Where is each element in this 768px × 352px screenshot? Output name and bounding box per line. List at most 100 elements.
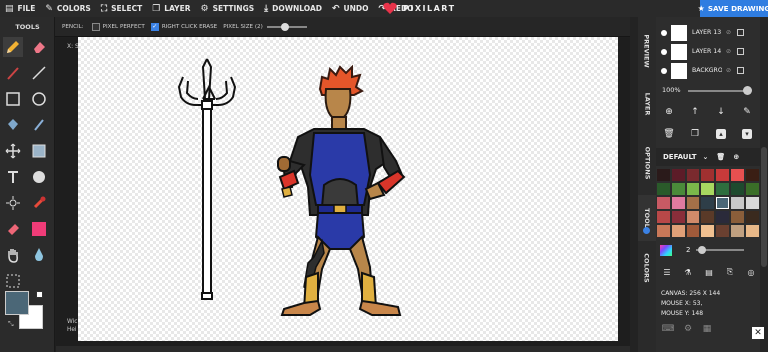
color-swatch[interactable] — [700, 168, 716, 182]
color-swatch[interactable] — [744, 182, 760, 196]
fill-bucket-tool[interactable] — [3, 115, 23, 135]
menu-file[interactable]: ▤ FILE — [0, 0, 40, 17]
layer-select-checkbox[interactable] — [737, 48, 745, 55]
color-swatch[interactable] — [656, 168, 671, 182]
color-swatch[interactable] — [715, 182, 730, 196]
pixel-size-slider[interactable] — [266, 22, 307, 31]
pencil-tool[interactable] — [3, 37, 23, 57]
color-swatch[interactable] — [729, 224, 745, 238]
color-swatch[interactable] — [670, 224, 686, 238]
primary-color-swatch[interactable] — [5, 291, 29, 315]
color-swatch[interactable] — [700, 196, 716, 210]
tab-colors[interactable]: COLORS — [638, 243, 656, 293]
eyedropper-tool[interactable] — [29, 193, 49, 213]
layer-visible-dot[interactable] — [661, 48, 667, 55]
tab-tool[interactable]: TOOL — [638, 195, 656, 241]
color-swatch[interactable] — [700, 210, 716, 224]
color-swatch[interactable] — [656, 224, 671, 238]
tab-preview[interactable]: PREVIEW — [638, 25, 656, 77]
menu-settings[interactable]: ⚙ SETTINGS — [196, 0, 260, 17]
add-layer-icon[interactable]: ⊕ — [663, 106, 675, 118]
color-swatch[interactable] — [715, 210, 730, 224]
dither-tool[interactable] — [29, 167, 49, 187]
panel-scrollbar[interactable] — [760, 17, 768, 352]
layer-visible-dot[interactable] — [661, 67, 667, 74]
color-swatch[interactable] — [685, 182, 701, 196]
palette-select[interactable]: DEFAULT — [663, 153, 697, 161]
list-view-icon[interactable]: ☰ — [661, 266, 673, 278]
right-click-erase-option[interactable]: ✓ RIGHT CLICK ERASE — [150, 22, 217, 31]
layer-row[interactable]: BACKGROUND ⊘ — [656, 61, 760, 80]
color-swatch[interactable] — [656, 182, 671, 196]
add-color-icon[interactable]: ⊕ — [733, 153, 739, 161]
color-swatch[interactable] — [685, 224, 701, 238]
scrollbar-thumb[interactable] — [761, 147, 767, 267]
menu-colors[interactable]: ✎ COLORS — [40, 0, 96, 17]
color-swatch[interactable] — [744, 196, 760, 210]
flask-icon[interactable]: ⚗ — [682, 266, 694, 278]
color-swatch[interactable] — [700, 224, 716, 238]
right-click-erase-checkbox[interactable]: ✓ — [150, 22, 159, 31]
lighten-tool[interactable] — [3, 193, 23, 213]
keyboard-icon[interactable]: ⌨ — [662, 323, 675, 335]
eraser-tool[interactable] — [29, 37, 49, 57]
color-swatch[interactable] — [715, 168, 730, 182]
brush-size-knob[interactable] — [698, 246, 707, 254]
merge-up-icon[interactable]: ▴ — [716, 129, 726, 139]
close-icon[interactable]: ✕ — [752, 327, 764, 339]
color-replace-tool[interactable] — [29, 219, 49, 239]
layer-select-checkbox[interactable] — [737, 29, 745, 36]
target-icon[interactable]: ◎ — [745, 266, 757, 278]
color-swatch[interactable] — [685, 168, 701, 182]
delete-layer-icon[interactable]: 🗑 — [663, 128, 675, 140]
rectangle-tool[interactable] — [3, 89, 23, 109]
drawing-canvas[interactable] — [78, 37, 618, 341]
color-swatch[interactable] — [700, 182, 716, 196]
shape-fill-tool[interactable] — [29, 141, 49, 161]
gradient-picker-icon[interactable] — [660, 244, 672, 256]
tab-options[interactable]: OPTIONS — [638, 135, 656, 191]
ellipse-tool[interactable] — [29, 89, 49, 109]
save-drawing-button[interactable]: ★ SAVE DRAWING — [698, 0, 768, 17]
tab-layer[interactable]: LAYER — [638, 81, 656, 127]
color-swatch[interactable] — [670, 168, 686, 182]
lock-icon[interactable]: ⊘ — [726, 67, 731, 74]
color-swatch[interactable] — [729, 182, 745, 196]
text-tool[interactable] — [3, 167, 23, 187]
menu-layer[interactable]: ❐ LAYER — [147, 0, 195, 17]
color-swatch[interactable] — [744, 210, 760, 224]
grid-icon[interactable]: ▦ — [701, 323, 713, 335]
select-box-tool[interactable] — [3, 271, 23, 291]
color-swatch[interactable] — [715, 224, 730, 238]
swap-colors-icon[interactable] — [36, 291, 43, 298]
reset-colors-icon[interactable]: ⤡ — [8, 320, 14, 329]
pixel-perfect-checkbox[interactable] — [91, 22, 100, 31]
lock-icon[interactable]: ⊘ — [726, 48, 731, 55]
color-swatch[interactable] — [715, 196, 730, 210]
edit-layer-icon[interactable]: ✎ — [741, 106, 753, 118]
brush-tool[interactable] — [3, 63, 23, 83]
drop-tool[interactable] — [29, 245, 49, 265]
color-swatch[interactable] — [670, 182, 686, 196]
color-swatch[interactable] — [744, 224, 760, 238]
color-swatch[interactable] — [729, 210, 745, 224]
color-swatch[interactable] — [729, 168, 745, 182]
menu-undo[interactable]: ↶ UNDO — [327, 0, 374, 17]
color-swatch[interactable] — [744, 168, 760, 182]
duplicate-layer-icon[interactable]: ❐ — [689, 128, 701, 140]
merge-down-icon[interactable]: ▾ — [742, 129, 752, 139]
move-layer-up-icon[interactable]: ↑ — [689, 106, 701, 118]
document-icon[interactable]: ▤ — [703, 266, 715, 278]
layer-row[interactable]: LAYER 13 ⊘ — [656, 23, 760, 42]
color-swatch[interactable] — [685, 210, 701, 224]
color-swatch[interactable] — [656, 196, 671, 210]
trash-icon[interactable]: 🗑 — [716, 153, 725, 161]
color-swatch[interactable] — [656, 210, 671, 224]
color-swatch[interactable] — [670, 196, 686, 210]
zoom-slider[interactable] — [688, 90, 748, 92]
layer-select-checkbox[interactable] — [737, 67, 745, 74]
chevron-down-icon[interactable]: ⌄ — [703, 153, 709, 161]
export-icon[interactable]: ⎘ — [724, 266, 736, 278]
pixel-perfect-option[interactable]: PIXEL PERFECT — [91, 22, 145, 31]
layer-visible-dot[interactable] — [661, 29, 667, 36]
